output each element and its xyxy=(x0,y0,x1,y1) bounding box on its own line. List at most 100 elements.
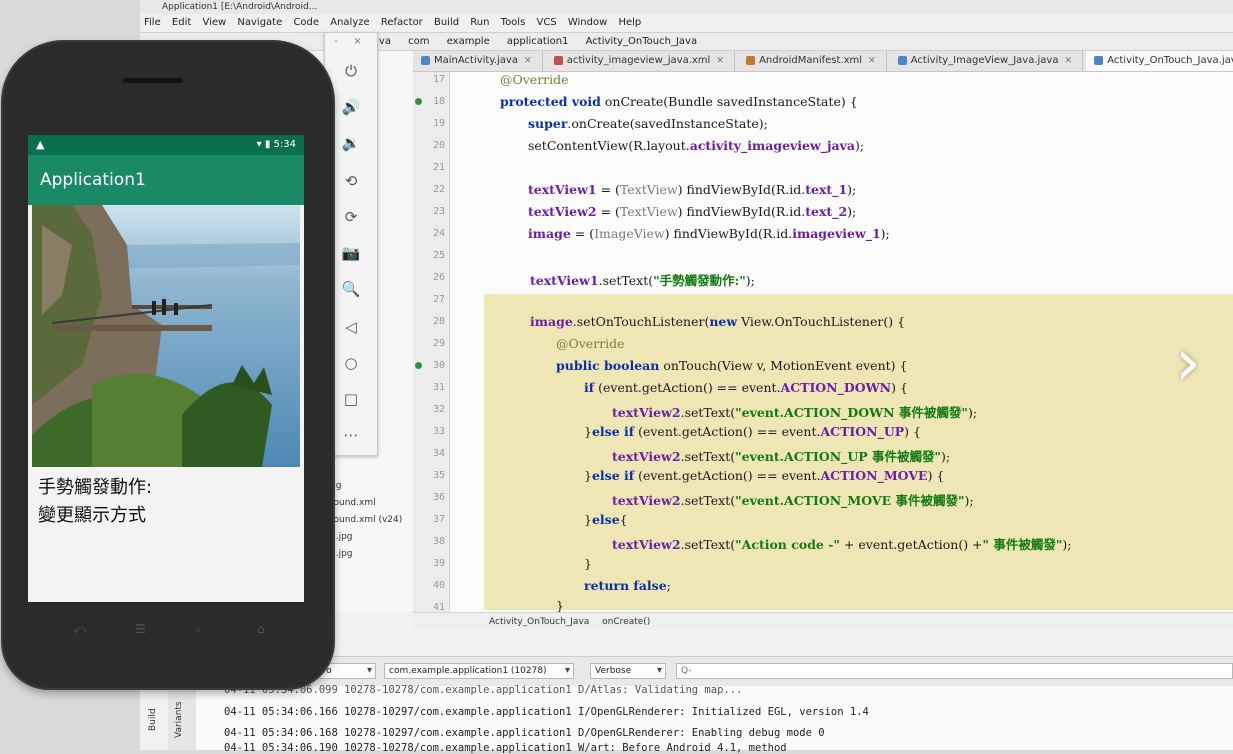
code-line: image = (ImageView) findViewById(R.id.im… xyxy=(528,226,890,241)
code-line: textView2.setText("event.ACTION_MOVE 事件被… xyxy=(612,493,974,508)
log-level-dropdown[interactable]: Verbose xyxy=(590,663,666,679)
code-line: setContentView(R.layout.activity_imagevi… xyxy=(528,138,865,153)
menu-analyze[interactable]: Analyze xyxy=(326,14,373,32)
code-line: @Override xyxy=(556,336,625,351)
override-marker-icon[interactable] xyxy=(415,362,422,369)
earpiece xyxy=(123,78,183,83)
code-line: textView2.setText("event.ACTION_UP 事件被觸發… xyxy=(612,449,951,464)
textview-2: 變更顯示方式 xyxy=(38,505,146,526)
line-gutter: 17 18 19 20 21 22 23 24 25 26 27 28 29 3… xyxy=(413,72,450,613)
android-emulator-device: ▲ ▾ ▮ 5:34 Application1 手勢觸發動作: 變更顯示方式 ⤺… xyxy=(3,42,333,688)
status-bar: ▲ ▾ ▮ 5:34 xyxy=(28,135,304,155)
menu-vcs[interactable]: VCS xyxy=(532,14,560,32)
code-line: textView2.setText("Action code -" + even… xyxy=(612,537,1072,552)
code-line: }else{ xyxy=(584,512,628,527)
crumb-method[interactable]: onCreate() xyxy=(602,617,650,627)
code-line: }else if (event.getAction() == event.ACT… xyxy=(584,468,945,483)
logcat-output[interactable]: 04-11 05:34:06.099 10278-10278/com.examp… xyxy=(196,684,1233,754)
device-nav-keys: ⤺ ☰ ⌕ ⌂ xyxy=(43,622,293,642)
line-number: 37 xyxy=(432,514,445,525)
menu-edit[interactable]: Edit xyxy=(168,14,195,32)
app-title: Application1 xyxy=(28,155,304,205)
line-number: 30 xyxy=(432,360,445,371)
close-icon[interactable]: ✕ xyxy=(1064,56,1072,66)
window-title: Application1 [E:\Android\Android... xyxy=(140,0,1233,14)
nav-activity[interactable]: Activity_OnTouch_Java xyxy=(586,36,697,47)
code-line: } xyxy=(584,556,592,571)
code-line: if (event.getAction() == event.ACTION_DO… xyxy=(584,380,908,395)
line-number: 36 xyxy=(432,492,445,503)
close-icon[interactable]: ✕ xyxy=(868,56,876,66)
menu-help[interactable]: Help xyxy=(614,14,645,32)
warning-icon: ▲ xyxy=(36,138,45,151)
device-search-icon[interactable]: ⌕ xyxy=(195,622,202,637)
line-number: 17 xyxy=(432,74,445,85)
java-file-icon xyxy=(421,55,430,65)
project-node[interactable]: round.xml xyxy=(330,498,376,508)
emulator-window-controls[interactable]: - × xyxy=(325,33,377,51)
project-node[interactable]: 2.jpg xyxy=(330,549,353,559)
line-number: 22 xyxy=(432,184,445,195)
tab-mainactivity[interactable]: MainActivity.java ✕ xyxy=(413,51,543,71)
line-number: 34 xyxy=(432,448,445,459)
device-home-icon[interactable]: ⌂ xyxy=(257,622,265,636)
manifest-file-icon xyxy=(746,55,756,65)
java-file-icon xyxy=(1094,55,1104,65)
code-line: textView2.setText("event.ACTION_DOWN 事件被… xyxy=(612,405,978,420)
menu-navigate[interactable]: Navigate xyxy=(233,14,286,32)
process-dropdown[interactable]: com.example.application1 (10278) xyxy=(384,663,574,679)
close-icon[interactable]: ✕ xyxy=(524,56,532,66)
code-editor[interactable]: @Override protected void onCreate(Bundle… xyxy=(450,72,1233,612)
xml-file-icon xyxy=(553,55,563,65)
code-line: textView2 = (TextView) findViewById(R.id… xyxy=(528,204,857,219)
signal-battery-icon: ▾ ▮ xyxy=(256,139,271,150)
menu-refactor[interactable]: Refactor xyxy=(377,14,427,32)
menu-tools[interactable]: Tools xyxy=(497,14,530,32)
close-icon[interactable]: ✕ xyxy=(716,56,724,66)
line-number: 20 xyxy=(432,140,445,151)
nav-example[interactable]: example xyxy=(447,36,490,47)
line-number: 35 xyxy=(432,470,445,481)
nav-application1[interactable]: application1 xyxy=(507,36,569,47)
line-number: 25 xyxy=(432,250,445,261)
tab-activity-imageview-xml[interactable]: activity_imageview_java.xml ✕ xyxy=(546,51,735,71)
code-line: }else if (event.getAction() == event.ACT… xyxy=(584,424,921,439)
tab-androidmanifest[interactable]: AndroidManifest.xml ✕ xyxy=(738,51,887,71)
log-line: 04-11 05:34:06.168 10278-10297/com.examp… xyxy=(224,727,825,739)
menu-window[interactable]: Window xyxy=(564,14,611,32)
override-marker-icon[interactable] xyxy=(415,98,422,105)
code-line: return false; xyxy=(584,578,671,593)
crumb-class[interactable]: Activity_OnTouch_Java xyxy=(489,617,589,627)
device-menu-icon[interactable]: ☰ xyxy=(135,622,146,636)
line-number: 39 xyxy=(432,558,445,569)
menu-build[interactable]: Build xyxy=(430,14,463,32)
project-node[interactable]: round.xml (v24) xyxy=(330,515,402,525)
line-number: 28 xyxy=(432,316,445,327)
code-line: @Override xyxy=(500,72,569,87)
menu-run[interactable]: Run xyxy=(466,14,493,32)
project-node[interactable]: 2.jpg xyxy=(330,532,353,542)
line-number: 40 xyxy=(432,580,445,591)
code-line: image.setOnTouchListener(new View.OnTouc… xyxy=(530,314,906,329)
menu-view[interactable]: View xyxy=(198,14,230,32)
power-icon[interactable]: ⏻ xyxy=(325,59,377,83)
landscape-image xyxy=(32,205,300,467)
logcat-search-input[interactable]: Q- xyxy=(676,663,1233,679)
editor-breadcrumb: Activity_OnTouch_Java onCreate() xyxy=(413,612,1233,630)
navigation-breadcrumb: java com example application1 Activity_O… xyxy=(140,33,1233,51)
nav-com[interactable]: com xyxy=(408,36,429,47)
build-variants-tab[interactable]: Build Variants xyxy=(140,690,184,750)
line-number: 19 xyxy=(432,118,445,129)
next-slide-chevron-icon[interactable]: › xyxy=(1166,330,1210,402)
device-screen[interactable]: ▲ ▾ ▮ 5:34 Application1 手勢觸發動作: 變更顯示方式 xyxy=(28,135,304,602)
menu-file[interactable]: File xyxy=(140,14,165,32)
code-line: textView1.setText("手勢觸發動作:"); xyxy=(530,273,755,288)
tab-activity-imageview-java[interactable]: Activity_ImageView_Java.java ✕ xyxy=(890,51,1084,71)
line-number: 33 xyxy=(432,426,445,437)
java-file-icon xyxy=(897,55,907,65)
line-number: 31 xyxy=(432,382,445,393)
menu-code[interactable]: Code xyxy=(289,14,323,32)
device-back-icon[interactable]: ⤺ xyxy=(73,622,86,637)
imageview-photo[interactable] xyxy=(32,205,300,467)
tab-activity-ontouch-java[interactable]: Activity_OnTouch_Java.java xyxy=(1086,51,1233,71)
